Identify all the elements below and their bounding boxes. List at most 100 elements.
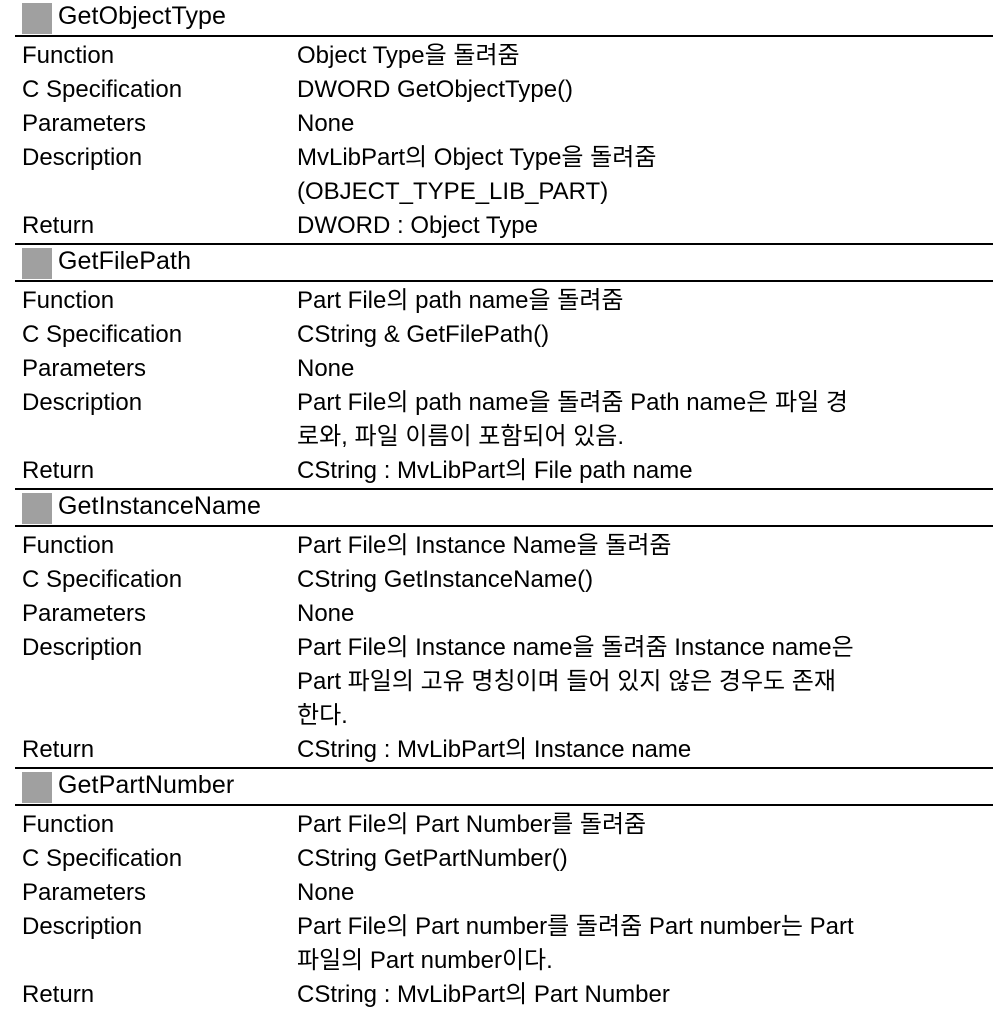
row-label: Function xyxy=(22,532,115,559)
row-value-line: CString GetInstanceName() xyxy=(297,566,594,593)
row-value: DWORD GetObjectType() xyxy=(297,73,993,107)
row-value-line: Part File의 Part number를 돌려줌 Part number는… xyxy=(297,913,854,940)
function-name: GetInstanceName xyxy=(58,492,261,520)
table-row: C Specification CString GetInstanceName() xyxy=(15,563,993,597)
table-row: Function Part File의 path name을 돌려줌 xyxy=(15,284,993,318)
table-row: C Specification CString GetPartNumber() xyxy=(15,842,993,876)
row-value: DWORD : Object Type xyxy=(297,209,993,243)
table-row: Return CString : MvLibPart의 File path nam… xyxy=(15,454,993,488)
function-section: GetPartNumber Function Part File의 Part Num… xyxy=(15,767,993,1012)
row-label: Return xyxy=(22,736,95,763)
row-value-line: Part 파일의 고유 명칭이며 들어 있지 않은 경우도 존재 xyxy=(297,668,836,695)
row-value: Object Type을 돌려줌 xyxy=(297,39,993,73)
row-label: Description xyxy=(22,144,143,171)
row-label: C Specification xyxy=(22,845,183,872)
function-section-header: GetInstanceName xyxy=(15,488,993,527)
table-row: Return DWORD : Object Type xyxy=(15,209,993,243)
row-value-line: Part File의 Instance Name을 돌려줌 xyxy=(297,532,672,559)
row-value: CString : MvLibPart의 Part Number xyxy=(297,978,993,1012)
table-row: Description Part File의 Part number를 돌려줌 P… xyxy=(15,910,993,978)
row-value-line: None xyxy=(297,600,355,627)
row-value-line: None xyxy=(297,355,355,382)
section-marker-icon xyxy=(22,248,52,279)
function-section-header: GetObjectType xyxy=(15,0,993,37)
table-row: Return CString : MvLibPart의 Instance name xyxy=(15,733,993,767)
row-label: Description xyxy=(22,389,143,416)
row-value-line: CString : MvLibPart의 Part Number xyxy=(297,981,670,1008)
row-value-line: Part File의 Part Number를 돌려줌 xyxy=(297,811,647,838)
table-row: Parameters None xyxy=(15,876,993,910)
row-value-line: Part File의 path name을 돌려줌 xyxy=(297,287,624,314)
row-label: Parameters xyxy=(22,110,147,137)
row-value-line: CString : MvLibPart의 Instance name xyxy=(297,736,692,763)
function-section: GetObjectType Function Object Type을 돌려줌 C S… xyxy=(15,0,993,243)
row-value: CString : MvLibPart의 Instance name xyxy=(297,733,993,767)
section-marker-icon xyxy=(22,772,52,803)
table-row: Return CString : MvLibPart의 Part Number xyxy=(15,978,993,1012)
row-value: CString GetPartNumber() xyxy=(297,842,993,876)
row-value: None xyxy=(297,597,993,631)
function-detail-table: Function Part File의 path name을 돌려줌 C Speci… xyxy=(15,282,993,488)
row-label: Function xyxy=(22,42,115,69)
row-value-line: None xyxy=(297,110,355,137)
row-value: MvLibPart의 Object Type을 돌려줌 (OBJECT_TYPE_… xyxy=(297,141,993,209)
row-value-line: Part File의 Instance name을 돌려줌 Instance n… xyxy=(297,634,854,661)
function-section-header: GetFilePath xyxy=(15,243,993,282)
row-value: Part File의 Instance name을 돌려줌 Instance n… xyxy=(297,631,993,733)
table-row: Parameters None xyxy=(15,107,993,141)
row-label: Return xyxy=(22,212,95,239)
row-value-line: (OBJECT_TYPE_LIB_PART) xyxy=(297,178,609,205)
table-row: C Specification CString & GetFilePath() xyxy=(15,318,993,352)
row-value-line: Object Type을 돌려줌 xyxy=(297,42,520,69)
row-label: C Specification xyxy=(22,321,183,348)
function-name: GetFilePath xyxy=(58,247,192,275)
row-value: Part File의 path name을 돌려줌 Path name은 파일 … xyxy=(297,386,993,454)
row-label: Return xyxy=(22,981,95,1008)
function-name: GetObjectType xyxy=(58,2,227,30)
row-value-line: CString GetPartNumber() xyxy=(297,845,568,872)
row-value: Part File의 Part number를 돌려줌 Part number는… xyxy=(297,910,993,978)
row-value-line: CString : MvLibPart의 File path name xyxy=(297,457,693,484)
function-section: GetFilePath Function Part File의 path name을… xyxy=(15,243,993,488)
table-row: Parameters None xyxy=(15,597,993,631)
row-value-line: 파일의 Part number이다. xyxy=(297,947,553,974)
api-reference-document: GetObjectType Function Object Type을 돌려줌 C S… xyxy=(15,0,993,1012)
document-page: GetObjectType Function Object Type을 돌려줌 C S… xyxy=(0,0,1006,1008)
table-row: Description Part File의 Instance name을 돌려줌… xyxy=(15,631,993,733)
row-value-line: MvLibPart의 Object Type을 돌려줌 xyxy=(297,144,657,171)
row-label: Parameters xyxy=(22,355,147,382)
row-value: CString : MvLibPart의 File path name xyxy=(297,454,993,488)
table-row: Function Part File의 Instance Name을 돌려줌 xyxy=(15,529,993,563)
row-label: Return xyxy=(22,457,95,484)
row-value-line: None xyxy=(297,879,355,906)
function-detail-table: Function Object Type을 돌려줌 C Specification D… xyxy=(15,37,993,243)
row-label: Function xyxy=(22,811,115,838)
table-row: Function Object Type을 돌려줌 xyxy=(15,39,993,73)
table-row: Description MvLibPart의 Object Type을 돌려줌 (O… xyxy=(15,141,993,209)
function-section: GetInstanceName Function Part File의 Instan… xyxy=(15,488,993,767)
row-value-line: 한다. xyxy=(297,702,348,729)
section-marker-icon xyxy=(22,3,52,34)
function-name: GetPartNumber xyxy=(58,771,235,799)
row-label: C Specification xyxy=(22,76,183,103)
row-value-line: CString & GetFilePath() xyxy=(297,321,550,348)
row-label: Description xyxy=(22,634,143,661)
table-row: Function Part File의 Part Number를 돌려줌 xyxy=(15,808,993,842)
function-section-header: GetPartNumber xyxy=(15,767,993,806)
row-label: C Specification xyxy=(22,566,183,593)
row-label: Parameters xyxy=(22,600,147,627)
row-label: Function xyxy=(22,287,115,314)
table-row: Description Part File의 path name을 돌려줌 Pat… xyxy=(15,386,993,454)
row-label: Parameters xyxy=(22,879,147,906)
row-value: CString & GetFilePath() xyxy=(297,318,993,352)
function-detail-table: Function Part File의 Instance Name을 돌려줌 C S… xyxy=(15,527,993,767)
row-value-line: DWORD GetObjectType() xyxy=(297,76,574,103)
row-value: Part File의 Instance Name을 돌려줌 xyxy=(297,529,993,563)
section-marker-icon xyxy=(22,493,52,524)
row-value: Part File의 Part Number를 돌려줌 xyxy=(297,808,993,842)
row-value-line: DWORD : Object Type xyxy=(297,212,538,239)
row-value: None xyxy=(297,876,993,910)
row-value: Part File의 path name을 돌려줌 xyxy=(297,284,993,318)
row-value: None xyxy=(297,352,993,386)
row-value-line: 로와, 파일 이름이 포함되어 있음. xyxy=(297,423,625,450)
